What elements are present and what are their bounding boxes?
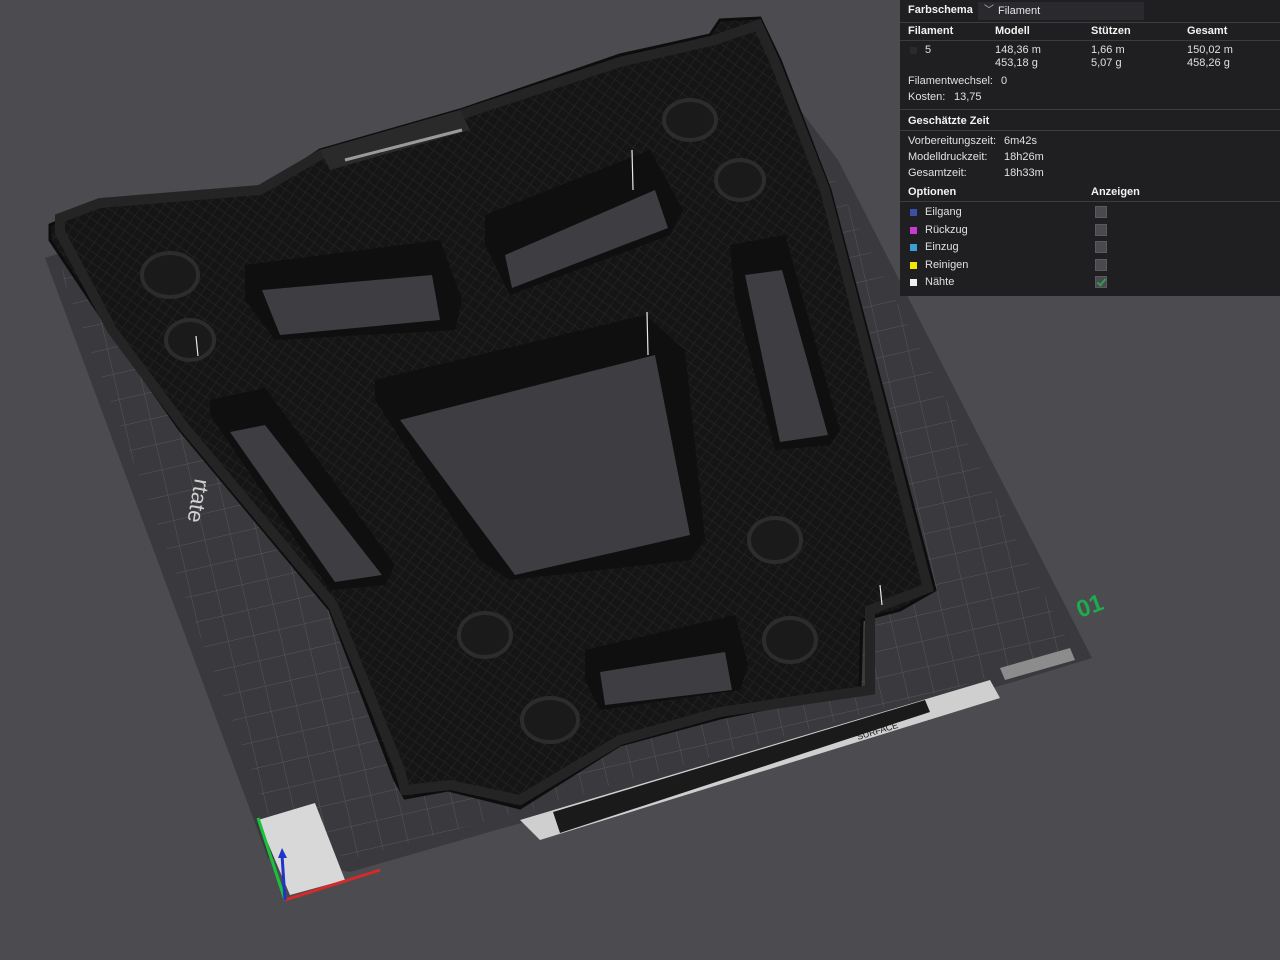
divider (900, 109, 1280, 110)
display-header: Anzeigen (1091, 186, 1140, 198)
total-weight: 458,26 g (1187, 57, 1230, 69)
color-scheme-dropdown[interactable]: ﹀ Filament (978, 2, 1144, 20)
color-scheme-label: Farbschema (908, 4, 973, 16)
divider (900, 22, 1280, 23)
filament-changes-label: Filamentwechsel: (908, 75, 993, 87)
legend-panel: Farbschema ﹀ Filament Filament Modell St… (900, 0, 1280, 296)
3d-viewport[interactable]: 01 PLA/ABS/PETG HOT SURFACE rtate Farbsc… (0, 0, 1280, 960)
divider (900, 40, 1280, 41)
option-color-swatch (910, 209, 917, 216)
color-scheme-value: Filament (998, 5, 1041, 17)
option-color-swatch (910, 226, 917, 234)
col-total-header: Gesamt (1187, 25, 1228, 37)
prep-time-value: 6m42s (1004, 135, 1038, 147)
prep-time-label: Vorbereitungszeit: (908, 135, 997, 147)
col-model-header: Modell (995, 25, 1030, 37)
option-label: Einzug (925, 241, 959, 254)
divider (900, 201, 1280, 202)
option-label: Nähte (925, 276, 955, 289)
option-show-checkbox[interactable] (1095, 206, 1107, 218)
support-length: 1,66 m (1091, 44, 1125, 56)
option-show-checkbox[interactable] (1095, 223, 1107, 236)
chevron-down-icon: ﹀ (984, 5, 994, 16)
divider (900, 130, 1280, 131)
col-filament-header: Filament (908, 25, 954, 37)
option-color-swatch (910, 244, 917, 252)
cost-value: 13,75 (954, 91, 982, 103)
col-supports-header: Stützen (1091, 25, 1131, 37)
total-time-value: 18h33m (1004, 167, 1044, 179)
filament-color-swatch (910, 47, 917, 54)
model-weight: 453,18 g (995, 57, 1038, 69)
options-header: Optionen (908, 186, 957, 198)
option-label: Rückzug (925, 223, 968, 236)
option-label: Eilgang (925, 206, 962, 218)
cost-label: Kosten: (908, 91, 946, 103)
total-length: 150,02 m (1187, 44, 1233, 56)
plate-number: 01 (1073, 589, 1107, 624)
total-time-label: Gesamtzeit: (908, 167, 967, 179)
option-show-checkbox[interactable] (1095, 276, 1107, 289)
filament-slot: 5 (925, 44, 932, 56)
model-time-label: Modelldruckzeit: (908, 151, 988, 163)
filament-changes-value: 0 (1001, 75, 1008, 87)
option-color-swatch (910, 261, 917, 269)
model-time-value: 18h26m (1004, 151, 1044, 163)
model-length: 148,36 m (995, 44, 1041, 56)
option-show-checkbox[interactable] (1095, 258, 1107, 271)
support-weight: 5,07 g (1091, 57, 1122, 69)
option-show-checkbox[interactable] (1095, 241, 1107, 254)
option-color-swatch (910, 279, 917, 287)
option-label: Reinigen (925, 258, 969, 271)
time-header: Geschätzte Zeit (908, 115, 990, 127)
